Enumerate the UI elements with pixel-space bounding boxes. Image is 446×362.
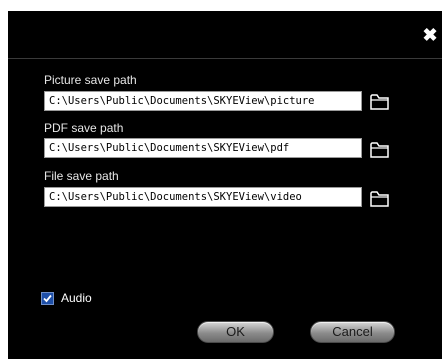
- title-bar: ✖: [8, 11, 442, 59]
- ok-button[interactable]: OK: [197, 321, 274, 343]
- audio-checkbox[interactable]: [41, 292, 54, 305]
- close-icon[interactable]: ✖: [422, 26, 438, 44]
- audio-label: Audio: [61, 291, 92, 305]
- picture-path-field[interactable]: C:\Users\Public\Documents\SKYEView\pictu…: [44, 91, 362, 111]
- pdf-path-label: PDF save path: [44, 121, 124, 135]
- file-path-label: File save path: [44, 169, 119, 183]
- picture-path-label: Picture save path: [44, 73, 137, 87]
- settings-dialog: ✖ Picture save path C:\Users\Public\Docu…: [8, 11, 442, 359]
- folder-icon[interactable]: [369, 139, 391, 159]
- folder-icon[interactable]: [369, 91, 391, 111]
- cancel-button[interactable]: Cancel: [310, 321, 395, 343]
- file-path-field[interactable]: C:\Users\Public\Documents\SKYEView\video: [44, 187, 362, 207]
- pdf-path-field[interactable]: C:\Users\Public\Documents\SKYEView\pdf: [44, 138, 362, 158]
- checkmark-icon: [43, 294, 52, 303]
- folder-icon[interactable]: [369, 188, 391, 208]
